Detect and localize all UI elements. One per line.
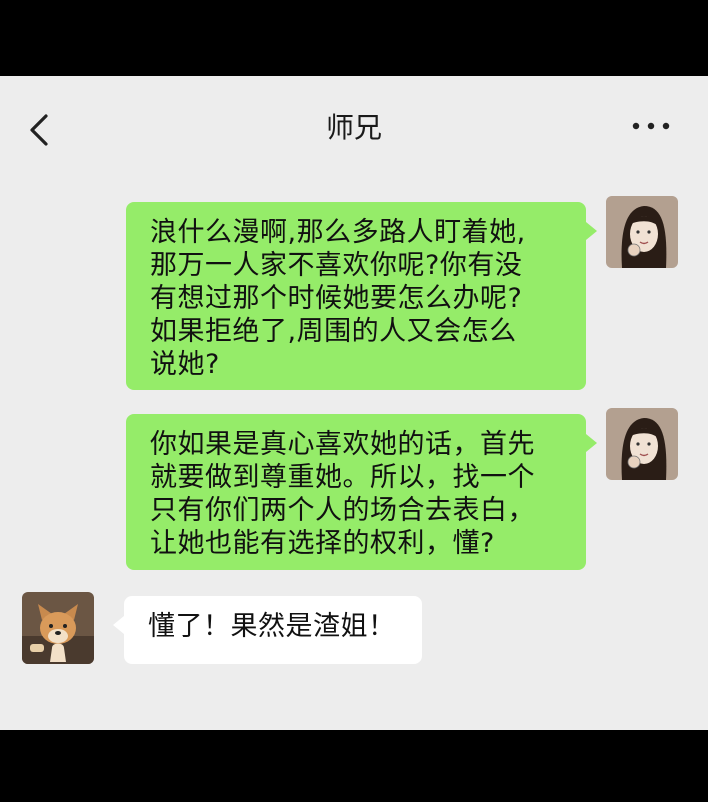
my-avatar[interactable] xyxy=(606,196,678,268)
my-avatar[interactable] xyxy=(606,408,678,480)
portrait-avatar-icon xyxy=(606,196,678,268)
bubble-tail xyxy=(586,222,597,240)
chat-title: 师兄 xyxy=(325,111,382,144)
bubble-tail xyxy=(586,434,597,452)
chat-screen: 师兄 浪什么漫啊,那么多路人盯着她, 那万一人家不喜欢你呢?你有没 有想过那个时… xyxy=(0,76,708,730)
message-bubble-sent[interactable]: 浪什么漫啊,那么多路人盯着她, 那万一人家不喜欢你呢?你有没 有想过那个时候她要… xyxy=(126,202,586,390)
contact-avatar[interactable] xyxy=(22,592,94,664)
message-bubble-received[interactable]: 懂了！果然是渣姐！ xyxy=(124,596,422,664)
portrait-avatar-icon xyxy=(606,408,678,480)
more-horizontal-icon[interactable] xyxy=(630,114,674,138)
message-bubble-sent[interactable]: 你如果是真心喜欢她的话，首先 就要做到尊重她。所以，找一个 只有你们两个人的场合… xyxy=(126,414,586,570)
dog-avatar-icon xyxy=(22,592,94,664)
bubble-tail xyxy=(113,616,124,634)
chat-header: 师兄 xyxy=(0,76,708,180)
